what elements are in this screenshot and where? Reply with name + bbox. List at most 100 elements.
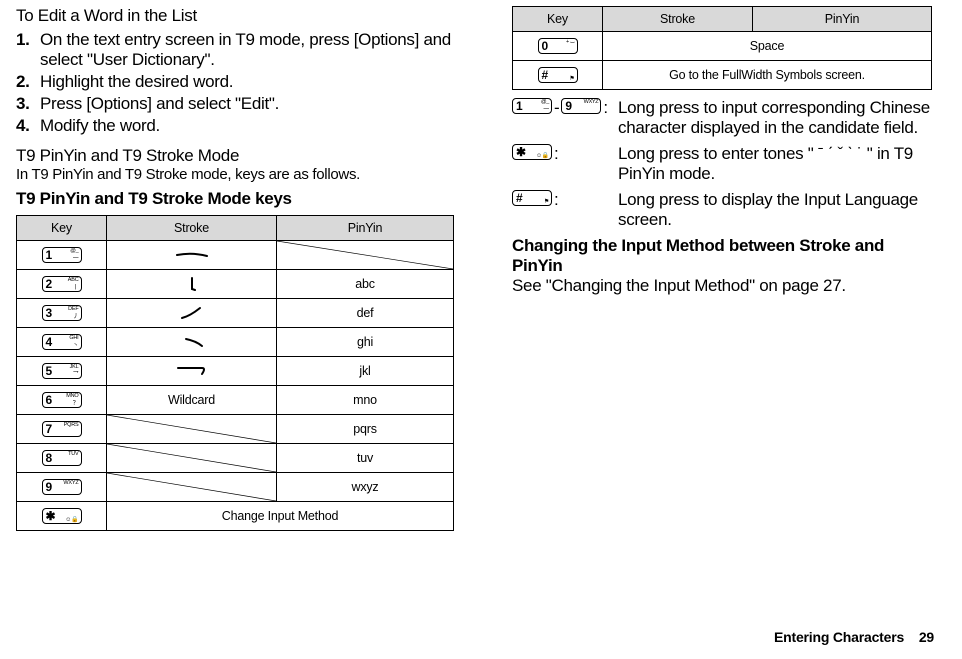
step-item: 1.On the text entry screen in T9 mode, p… [16,30,454,70]
table-row: #⚑ Go to the FullWidth Symbols screen. [513,61,932,90]
cell-pinyin: jkl [277,357,454,386]
keycap-3-icon: 3DEF丿 [42,305,82,321]
def-colon: : [603,98,607,118]
def-1-9: 1@_一 - 9WXYZ : Long press to input corre… [512,98,932,138]
keycap-6-icon: 6MNO？ [42,392,82,408]
cell-pinyin: abc [277,270,454,299]
cell-stroke [107,357,277,386]
step-number: 2. [16,72,40,92]
cell-key: 7PQRS [17,415,107,444]
keycap-8-icon: 8TUV [42,450,82,466]
step-text: Highlight the desired word. [40,72,454,92]
cell-stroke [107,299,277,328]
cell-key: 9WXYZ [17,473,107,502]
cell-stroke [107,415,277,444]
cell-pinyin: ghi [277,328,454,357]
keycap-9-icon: 9WXYZ [561,98,601,114]
table-row: 7PQRSpqrs [17,415,454,444]
cell-key: 8TUV [17,444,107,473]
heading-change-method: Changing the Input Method between Stroke… [512,236,932,276]
step-number: 3. [16,94,40,114]
step-text: Modify the word. [40,116,454,136]
table-row: 8TUV tuv [17,444,454,473]
cell-span: Change Input Method [107,502,454,531]
footer-label: Entering Characters [774,629,904,645]
page-footer: Entering Characters 29 [774,629,934,645]
cell-stroke: Wildcard [107,386,277,415]
def-hash: #⚑ : Long press to display the Input Lan… [512,190,932,230]
def-dash: - [554,98,559,118]
diagonal-blank-icon [107,473,276,501]
cell-key: 3DEF丿 [17,299,107,328]
def-colon: : [554,144,558,164]
cell-key: 1@_一 [17,241,107,270]
table-row: 5JKL乛 jkl [17,357,454,386]
step-item: 4.Modify the word. [16,116,454,136]
diagonal-blank-icon [277,241,453,269]
table-header: PinYin [277,216,454,241]
cell-stroke [107,328,277,357]
keycap-hash-icon: #⚑ [512,190,552,206]
step-text: On the text entry screen in T9 mode, pre… [40,30,454,70]
stroke-table-2: KeyStrokePinYin 0+ ⌴ Space #⚑ Go to the Ful… [512,6,932,90]
cell-key: 5JKL乛 [17,357,107,386]
table-row: 4GHI丶 ghi [17,328,454,357]
table-row: 6MNO？Wildcardmno [17,386,454,415]
cell-key: 0+ ⌴ [513,32,603,61]
cell-pinyin [277,241,454,270]
stroke-pie-icon [172,306,212,320]
def-star: ✱☺🔒 : Long press to enter tones " ˉ ˊ ˇ … [512,144,932,184]
cell-key: ✱☺🔒 [17,502,107,531]
def-hash-text: Long press to display the Input Language… [618,190,932,230]
table-header: Key [17,216,107,241]
keycap-9-icon: 9WXYZ [42,479,82,495]
footer-page: 29 [919,629,934,645]
heading-keys-table: T9 PinYin and T9 Stroke Mode keys [16,189,454,209]
step-item: 3.Press [Options] and select "Edit". [16,94,454,114]
keycap-0-icon: 0+ ⌴ [538,38,578,54]
table-row: 9WXYZwxyz [17,473,454,502]
table-row: ✱☺🔒 Change Input Method [17,502,454,531]
table-header: Stroke [107,216,277,241]
cell-key: 6MNO？ [17,386,107,415]
stroke-shu-icon [172,277,212,291]
table-row: 0+ ⌴ Space [513,32,932,61]
keycap-1-icon: 1@_一 [512,98,552,114]
keycap-star-icon: ✱☺🔒 [512,144,552,160]
stroke-zhe-icon [172,364,212,378]
cell-pinyin: tuv [277,444,454,473]
cell-stroke [107,444,277,473]
keycap-✱-icon: ✱☺🔒 [42,508,82,524]
cell-key: #⚑ [513,61,603,90]
table-header: Stroke [603,7,753,32]
cell-stroke [107,241,277,270]
table-header: PinYin [753,7,932,32]
diagonal-blank-icon [107,444,276,472]
cell-span: Go to the FullWidth Symbols screen. [603,61,932,90]
step-number: 4. [16,116,40,136]
def-colon: : [554,190,558,210]
cell-stroke [107,270,277,299]
table-header: Key [513,7,603,32]
cell-pinyin: def [277,299,454,328]
heading-edit-word: To Edit a Word in the List [16,6,454,26]
table-row: 2ABC丨abc [17,270,454,299]
table-row: 1@_一 [17,241,454,270]
stroke-table-1: KeyStrokePinYin 1@_一2ABC丨abc3DEF丿def4GHI… [16,215,454,531]
keycap-#-icon: #⚑ [538,67,578,83]
step-item: 2.Highlight the desired word. [16,72,454,92]
cell-key: 4GHI丶 [17,328,107,357]
heading-mode: T9 PinYin and T9 Stroke Mode [16,146,454,166]
cell-stroke [107,473,277,502]
def-star-text: Long press to enter tones " ˉ ˊ ˇ ˋ ˙ " … [618,144,932,184]
mode-intro: In T9 PinYin and T9 Stroke mode, keys ar… [16,166,454,183]
cell-span: Space [603,32,932,61]
diagonal-blank-icon [107,415,276,443]
keycap-1-icon: 1@_一 [42,247,82,263]
keycap-4-icon: 4GHI丶 [42,334,82,350]
see-changing-input: See "Changing the Input Method" on page … [512,276,932,296]
keycap-7-icon: 7PQRS [42,421,82,437]
table-row: 3DEF丿 def [17,299,454,328]
step-text: Press [Options] and select "Edit". [40,94,454,114]
def-1-9-text: Long press to input corresponding Chines… [618,98,932,138]
